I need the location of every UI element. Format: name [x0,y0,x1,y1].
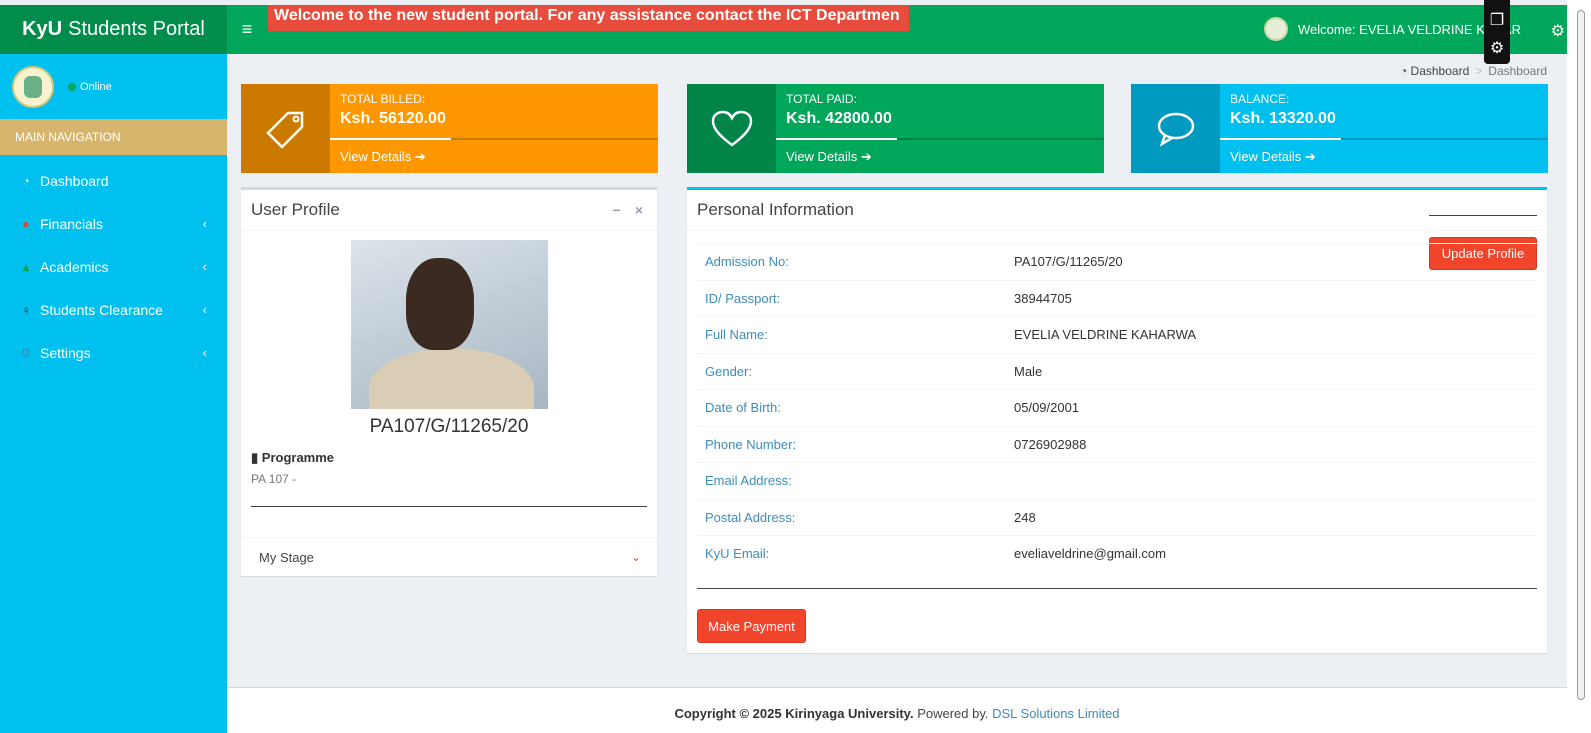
sidebar-item-academics[interactable]: ▲ Academics ‹ [0,245,227,288]
sidebar-item-label: Settings [40,344,91,361]
dashboard-icon: ◔ [22,173,30,188]
table-row: Gender: Male [697,352,1537,390]
scrollbar-thumb[interactable] [1577,10,1585,700]
windows-icon[interactable]: ❐ [1484,10,1510,30]
table-row: ID/ Passport: 38944705 [697,279,1537,317]
footer: Copyright © 2025 Kirinyaga University. P… [227,687,1567,733]
programme-value: PA 107 - [251,472,297,486]
close-icon[interactable]: × [635,202,643,218]
chevron-down-icon: ⌄ [630,550,641,564]
my-stage-label: My Stage [259,550,314,565]
sidebar-item-label: Students Clearance [40,301,163,318]
menu-toggle-icon[interactable]: ≡ [227,19,267,40]
stat-progress [1220,138,1548,140]
top-header: KyU Students Portal ≡ Welcome to the new… [0,5,1591,54]
table-row: Phone Number: 0726902988 [697,425,1537,463]
stat-label: TOTAL PAID: [786,92,857,106]
tag-icon [241,84,330,173]
user-profile-box: User Profile − × PA107/G/11265/20 ▮ Prog… [241,187,657,576]
sidebar-item-settings[interactable]: ⚙ Settings ‹ [0,331,227,374]
app-logo[interactable]: KyU Students Portal [0,5,227,54]
view-details-link[interactable]: View Details ➔ [786,149,872,165]
divider [697,588,1537,589]
app-title: Students Portal [68,18,205,40]
collapse-icon[interactable]: − [613,202,621,218]
personal-info-title: Personal Information [697,200,854,219]
user-menu[interactable]: Welcome: EVELIA VELDRINE KAHAR [1263,17,1521,41]
sidebar-item-label: Academics [40,258,109,275]
divider [251,506,647,507]
gears-icon: ⚙ [20,345,32,360]
sidebar: Online MAIN NAVIGATION ◔ Dashboard ● Fin… [0,54,227,733]
stat-progress [330,138,658,140]
personal-info-box: Personal Information Update Profile Admi… [687,187,1547,653]
chevron-left-icon: ‹ [202,302,207,317]
stat-total-billed: TOTAL BILLED: Ksh. 56120.00 View Details… [241,84,658,173]
sidebar-item-label: Dashboard [40,172,109,189]
sidebar-item-clearance[interactable]: ♀ Students Clearance ‹ [0,288,227,331]
stat-progress [776,138,1104,140]
settings-gear-icon[interactable]: ⚙ [1484,38,1510,58]
vendor-link[interactable]: DSL Solutions Limited [992,706,1119,721]
announcement-marquee: Welcome to the new student portal. For a… [268,5,909,31]
chevron-left-icon: ‹ [202,259,207,274]
copyright-text: Copyright © 2025 [674,706,782,721]
stat-total-paid: TOTAL PAID: Ksh. 42800.00 View Details ➔ [687,84,1104,173]
table-row: Admission No: PA107/G/11265/20 [697,243,1537,280]
sidebar-item-dashboard[interactable]: ◔ Dashboard [0,159,227,202]
powered-by-text: Powered by. [917,706,989,721]
page-scrollbar[interactable] [1567,0,1591,733]
profile-photo [351,240,548,409]
stat-value: Ksh. 56120.00 [340,110,446,127]
chat-bubble-icon [1131,84,1220,173]
programme-label: ▮ Programme [251,450,335,465]
gears-icon[interactable]: ⚙ [1551,21,1565,41]
stat-value: Ksh. 42800.00 [786,110,892,127]
university-link[interactable]: Kirinyaga University. [785,706,913,721]
user-panel: Online [0,54,227,119]
university-crest-icon [12,65,54,108]
user-profile-title: User Profile [251,200,340,219]
table-row: Date of Birth: 05/09/2001 [697,389,1537,426]
view-details-link[interactable]: View Details ➔ [1230,149,1316,165]
my-stage-toggle[interactable]: My Stage ⌄ [241,537,657,577]
floating-toolbar[interactable]: ❐ ⚙ [1484,0,1510,64]
sidebar-item-label: Financials [40,215,104,232]
table-row: Email Address: [697,462,1537,499]
stat-value: Ksh. 13320.00 [1230,110,1336,127]
breadcrumb-home[interactable]: ◔ Dashboard [1400,64,1469,78]
table-row: Full Name: EVELIA VELDRINE KAHARWA [697,316,1537,353]
chevron-left-icon: ‹ [202,345,207,360]
breadcrumb-separator: > [1475,64,1483,78]
breadcrumb: ◔ Dashboard > Dashboard [1400,64,1547,78]
box-title: Personal Information [687,190,1547,231]
box-title: User Profile − × [241,190,657,231]
stat-balance: BALANCE: Ksh. 13320.00 View Details ➔ [1131,84,1548,173]
personal-info-table: Admission No: PA107/G/11265/20 ID/ Passpo… [697,243,1537,572]
online-dot-icon [68,82,76,91]
divider [1429,215,1537,216]
view-details-link[interactable]: View Details ➔ [340,149,426,165]
lightbulb-icon: ♀ [21,302,31,317]
status-label: Online [80,80,112,93]
app-title-bold: KyU [22,18,63,40]
table-row: Postal Address: 248 [697,498,1537,536]
stat-label: TOTAL BILLED: [340,92,426,106]
make-payment-button[interactable]: Make Payment [697,609,806,643]
table-row: KyU Email: eveliaveldrine@gmail.com [697,535,1537,572]
pie-chart-icon: ● [22,216,30,231]
book-icon: ▮ [251,450,259,465]
chevron-left-icon: ‹ [202,216,207,231]
stat-label: BALANCE: [1230,92,1290,106]
online-status: Online [68,81,112,93]
heart-icon [687,84,776,173]
sidebar-item-financials[interactable]: ● Financials ‹ [0,202,227,245]
profile-name: PA107/G/11265/20 [369,416,529,437]
university-logo-icon [1263,17,1288,41]
breadcrumb-current: Dashboard [1488,64,1547,78]
graduation-cap-icon: ▲ [20,259,32,274]
nav-header: MAIN NAVIGATION [0,119,227,155]
